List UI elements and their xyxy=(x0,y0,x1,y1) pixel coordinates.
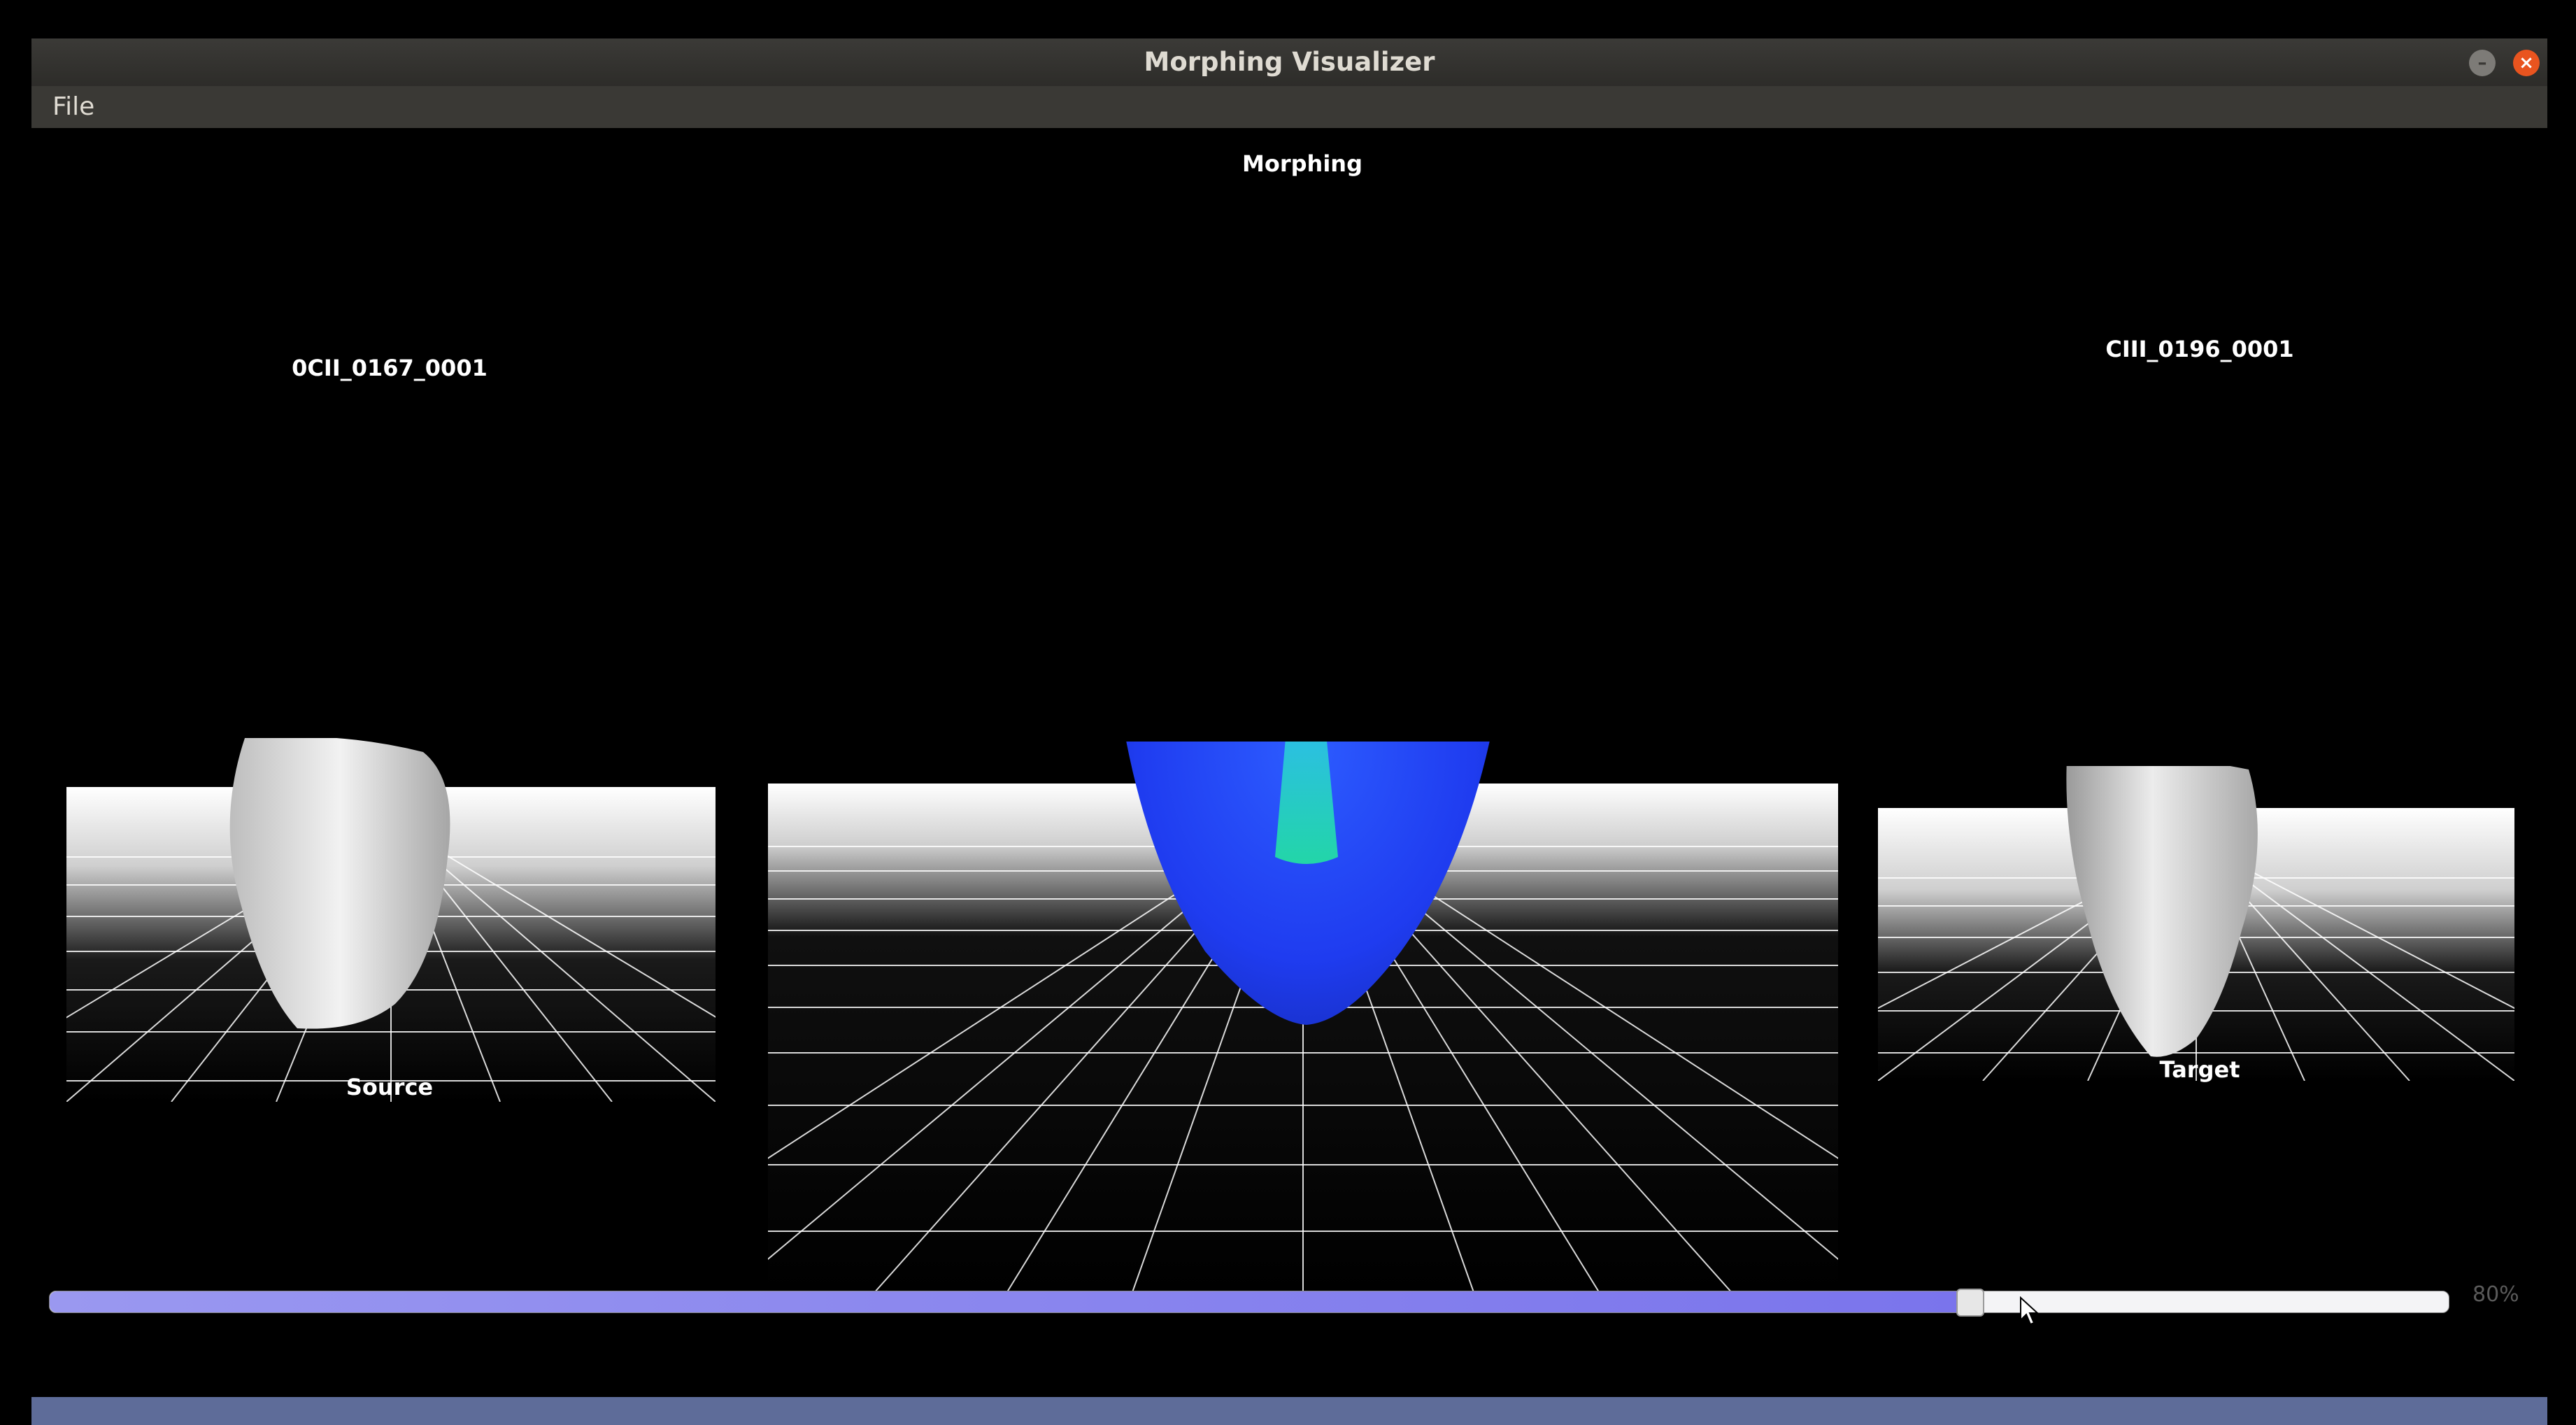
target-caption: Target xyxy=(2159,1056,2240,1083)
app-window: Morphing Visualizer – × File Morphing 0C… xyxy=(31,38,2547,1425)
window-title: Morphing Visualizer xyxy=(1144,47,1435,77)
menu-bar: File xyxy=(31,86,2547,128)
status-bar xyxy=(31,1397,2547,1425)
slider-value-label: 80% xyxy=(2472,1282,2519,1307)
source-model-name: 0CII_0167_0001 xyxy=(292,355,488,381)
mouse-cursor-icon xyxy=(2020,1296,2040,1326)
slider-fill xyxy=(50,1291,1969,1312)
close-icon[interactable]: × xyxy=(2513,50,2540,76)
source-caption: Source xyxy=(346,1074,434,1100)
source-3d-view[interactable] xyxy=(66,738,716,1102)
title-bar[interactable]: Morphing Visualizer – × xyxy=(31,38,2547,87)
target-3d-view[interactable] xyxy=(1878,766,2514,1081)
morph-progress-slider[interactable] xyxy=(49,1289,2449,1317)
target-model-name: CIII_0196_0001 xyxy=(2105,336,2294,362)
morphing-title: Morphing xyxy=(1242,150,1362,177)
menu-file[interactable]: File xyxy=(52,92,94,122)
minimize-icon[interactable]: – xyxy=(2469,50,2496,76)
morphing-3d-view[interactable] xyxy=(768,742,1838,1294)
slider-handle[interactable] xyxy=(1956,1289,1984,1317)
